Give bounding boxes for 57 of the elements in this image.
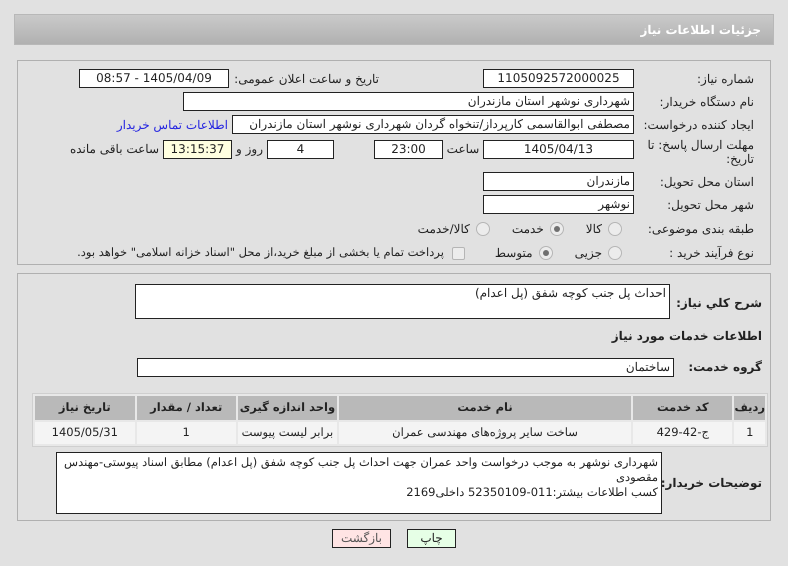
field-label: شرح کلي نياز: [675,295,762,312]
column-header: تاریخ نیاز [35,396,135,420]
contact-link[interactable]: اطلاعات تماس خریدار [116,116,228,134]
radio-button[interactable] [538,246,553,260]
text-field[interactable]: شهرداری نوشهر استان مازندران [183,92,634,111]
field-label: استان محل تحویل: [658,174,754,190]
text-field[interactable]: 1405/04/13 [483,140,634,159]
field-label: تاریخ و ساعت اعلان عمومی: [233,70,379,88]
table-cell: 1 [136,422,236,444]
radio-label: جزیی [574,245,602,262]
column-header: ردیف [734,396,765,420]
field-label: توضیحات خریدار: [662,475,762,492]
field-label: ساعت باقی مانده [70,141,159,158]
table-cell: 1 [734,422,765,444]
field-label: گروه خدمت: [687,359,762,376]
column-header: نام خدمت [339,396,632,420]
radio-label: خدمت [512,220,544,238]
radio-button[interactable] [476,222,490,236]
field-label: ایجاد کننده درخواست: [642,116,754,134]
radio-button[interactable] [608,246,622,260]
text-field[interactable]: 1105092572000025 [483,69,634,88]
field-label: طبقه بندی موضوعی: [646,220,754,238]
text-area[interactable]: شهرداری نوشهر به موجب درخواست واحد عمران جهت احداث پل جنب کوچه شفق (پل اعدام) مطابق اسناد پیوستی-مهندس مقصودی کسب اطلاعات بیشتر:011-52350109 داخلی2169 [56,452,662,514]
field-label: مهلت ارسال پاسخ: تا تاریخ: [646,138,754,166]
text-field[interactable]: 4 [267,140,334,159]
panel-title: جزئیات اطلاعات نیاز [640,22,761,38]
column-header: واحد اندازه گیری [238,396,338,420]
field-label: نوع فرآیند خرید : [668,245,754,262]
checkbox[interactable] [452,246,465,260]
section-heading: اطلاعات خدمات مورد نیاز [612,328,762,345]
field-label: شماره نیاز: [696,70,754,88]
table-cell: 1405/05/31 [35,422,135,444]
field-label: نام دستگاه خریدار: [658,94,754,110]
text-field[interactable]: مازندران [483,172,634,191]
column-header: تعداد / مقدار [136,396,236,420]
radio-button[interactable] [608,222,622,236]
table-cell: برابر لیست پیوست [238,422,338,444]
text-field[interactable]: 23:00 [374,140,443,159]
radio-label: کالا [586,220,602,238]
text-field[interactable]: مصطفی ابوالقاسمی کارپرداز/تنخواه گردان شهرداری نوشهر استان مازندران [232,115,634,134]
field-label: ساعت [446,141,480,158]
text-field[interactable]: نوشهر [483,195,634,214]
field-label: روز و [234,141,264,158]
radio-button[interactable] [550,222,564,236]
table-cell: ج-42-429 [633,422,732,444]
text-field[interactable]: ساختمان [137,358,674,376]
radio-label: کالا/خدمت [418,220,470,238]
print-button[interactable]: چاپ [407,529,456,548]
checkbox-label: پرداخت تمام یا بخشی از مبلغ خرید،از محل "اسناد خزانه اسلامی" خواهد بود. [77,244,444,262]
table-cell: ساخت سایر پروژه‌های مهندسی عمران [339,422,632,444]
back-button[interactable]: بازگشت [332,529,391,548]
text-field[interactable]: 1405/04/09 - 08:57 [79,69,229,88]
text-area[interactable]: احداث پل جنب کوچه شفق (پل اعدام) [135,284,670,319]
text-field[interactable]: 13:15:37 [163,140,232,159]
radio-label: متوسط [494,245,533,262]
column-header: کد خدمت [633,396,732,420]
field-label: شهر محل تحویل: [666,196,754,214]
